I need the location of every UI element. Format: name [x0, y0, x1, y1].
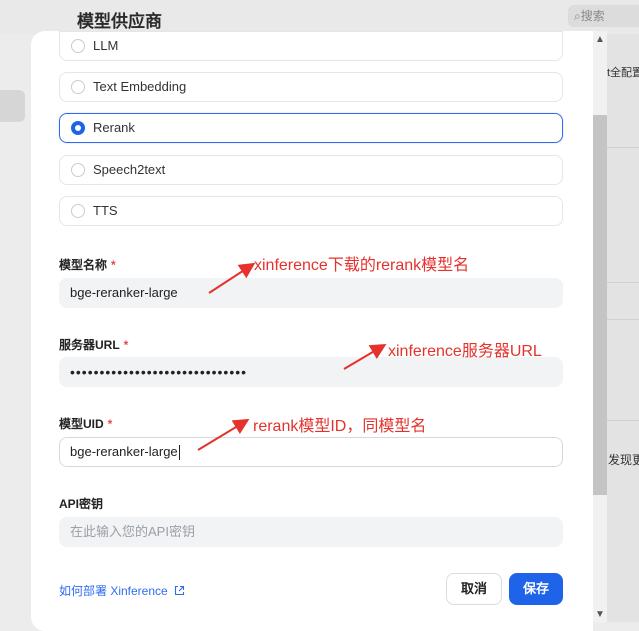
radio-circle-icon: [71, 204, 85, 218]
radio-circle-icon: [71, 39, 85, 53]
model-uid-label: 模型UID *: [59, 415, 112, 432]
sidebar-item-active[interactable]: [0, 90, 25, 122]
divider: [607, 282, 639, 283]
required-mark: *: [107, 417, 113, 431]
annotation-model-uid: rerank模型ID，同模型名: [253, 418, 427, 435]
radio-circle-icon: [71, 80, 85, 94]
radio-circle-icon: [71, 163, 85, 177]
label-text: 服务器URL: [59, 338, 120, 352]
model-uid-input[interactable]: bge-reranker-large: [59, 437, 563, 467]
scroll-down-icon[interactable]: ▼: [593, 608, 607, 622]
radio-label: Speech2text: [93, 162, 166, 177]
api-key-label: API密钥: [59, 497, 104, 511]
external-link-icon: [175, 585, 185, 596]
cancel-button[interactable]: 取消: [446, 573, 502, 605]
radio-selected-icon: [71, 121, 85, 135]
divider: [607, 319, 639, 320]
radio-option-tts[interactable]: TTS: [59, 196, 563, 226]
divider: [607, 420, 639, 421]
background-panel: [607, 34, 639, 622]
annotation-server-url: xinference服务器URL: [388, 343, 542, 360]
label-text: 模型UID: [59, 417, 104, 431]
server-url-label: 服务器URL *: [59, 336, 128, 353]
deploy-docs-link[interactable]: 如何部署 Xinference: [59, 582, 185, 599]
divider: [607, 147, 639, 148]
page-title: 模型供应商: [77, 12, 162, 31]
radio-option-rerank[interactable]: Rerank: [59, 113, 563, 143]
radio-option-llm[interactable]: LLM: [59, 31, 563, 61]
scrollbar[interactable]: ▲ ▼: [593, 31, 607, 622]
radio-label: Rerank: [93, 120, 135, 135]
background-text: t全配置: [607, 67, 639, 79]
text-caret: [178, 445, 180, 461]
required-mark: *: [123, 338, 129, 352]
radio-option-speech2text[interactable]: Speech2text: [59, 155, 563, 185]
radio-label: LLM: [93, 38, 119, 53]
model-name-label: 模型名称 *: [59, 256, 116, 273]
search-input[interactable]: ⌕搜索: [568, 5, 639, 27]
server-url-input[interactable]: ••••••••••••••••••••••••••••••: [59, 357, 563, 387]
scroll-thumb[interactable]: [593, 115, 607, 495]
model-uid-value: bge-reranker-large: [70, 444, 178, 459]
radio-option-text-embedding[interactable]: Text Embedding: [59, 72, 563, 102]
label-text: 模型名称: [59, 258, 108, 272]
api-key-input[interactable]: 在此输入您的API密钥: [59, 517, 563, 547]
required-mark: *: [111, 258, 116, 272]
radio-label: TTS: [93, 203, 118, 218]
search-placeholder: 搜索: [580, 9, 605, 23]
annotation-model-name: xinference下载的rerank模型名: [254, 257, 470, 274]
search-icon: ⌕: [574, 9, 581, 23]
scroll-up-icon[interactable]: ▲: [593, 33, 607, 47]
radio-label: Text Embedding: [93, 79, 187, 94]
link-text: 如何部署 Xinference: [59, 584, 168, 598]
save-button[interactable]: 保存: [509, 573, 563, 605]
model-name-input[interactable]: bge-reranker-large: [59, 278, 563, 308]
background-text: 发现更: [608, 453, 639, 467]
